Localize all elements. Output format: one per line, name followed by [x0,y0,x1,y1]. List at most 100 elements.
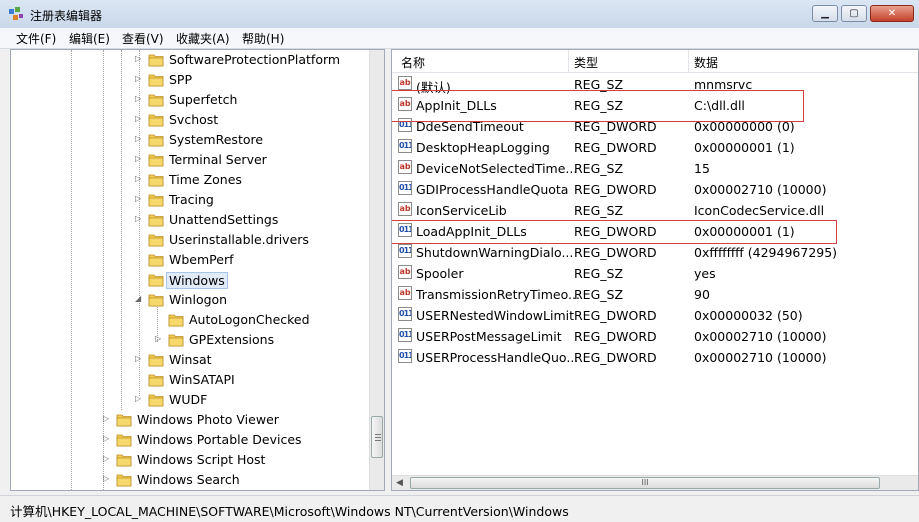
menu-view[interactable]: 查看(V) [122,30,164,47]
tree-item[interactable]: ▷ Windows Search [11,470,369,490]
string-value-icon: ab [398,265,412,279]
tree-scrollbar[interactable] [369,50,384,490]
expand-arrow-icon[interactable]: ▷ [103,474,111,484]
expand-arrow-icon[interactable]: ▷ [103,434,111,444]
expand-arrow-icon[interactable]: ▷ [155,334,163,344]
value-name: GDIProcessHandleQuota [416,182,569,197]
tree-item[interactable]: WbemPerf [11,250,369,270]
tree-item[interactable]: WinSATAPI [11,370,369,390]
window-controls: ▁ ▢ ✕ [809,5,914,25]
value-row[interactable]: ab Spooler REG_SZ yes [392,262,918,283]
title-bar: 注册表编辑器 ▁ ▢ ✕ [0,0,919,28]
menu-bar: 文件(F) 编辑(E) 查看(V) 收藏夹(A) 帮助(H) [0,28,919,49]
tree-item[interactable]: ▷ SPP [11,70,369,90]
tree-item-label: Superfetch [169,92,238,107]
tree-item[interactable]: AutoLogonChecked [11,310,369,330]
value-row[interactable]: 011 ShutdownWarningDialo... REG_DWORD 0xfff… [392,241,918,262]
tree-item[interactable]: ▷ Windows Portable Devices [11,430,369,450]
tree-item[interactable]: ▷ Tracing [11,190,369,210]
expand-arrow-icon[interactable]: ▷ [135,154,143,164]
tree-item[interactable]: Windows [11,270,369,290]
list-hscroll-thumb[interactable]: III [410,477,880,489]
value-row[interactable]: 011 GDIProcessHandleQuota REG_DWORD 0x00002… [392,178,918,199]
value-data: 0xffffffff (4294967295) [694,245,838,260]
expand-arrow-icon[interactable]: ▷ [135,174,143,184]
folder-icon [148,354,164,367]
menu-help[interactable]: 帮助(H) [242,30,284,47]
list-hscrollbar[interactable]: ◀ III [392,475,918,490]
expand-arrow-icon[interactable]: ▷ [135,74,143,84]
folder-icon [148,194,164,207]
expand-arrow-icon[interactable]: ▷ [135,94,143,104]
value-data: 0x00000001 (1) [694,140,795,155]
column-header-name[interactable]: 名称 [401,54,425,71]
menu-edit[interactable]: 编辑(E) [69,30,110,47]
tree-item[interactable]: ▷ SoftwareProtectionPlatform [11,50,369,70]
tree-item-label: Windows Script Host [137,452,266,467]
tree-item[interactable]: ▷ Terminal Server [11,150,369,170]
expand-arrow-icon[interactable]: ▷ [135,134,143,144]
folder-icon [148,274,164,287]
value-row[interactable]: ab DeviceNotSelectedTime... REG_SZ 15 [392,157,918,178]
tree-item-label: Time Zones [169,172,242,187]
value-type: REG_SZ [574,287,624,302]
value-row[interactable]: 011 USERPostMessageLimit REG_DWORD 0x000027… [392,325,918,346]
folder-icon [148,394,164,407]
folder-icon [168,314,184,327]
close-button[interactable]: ✕ [870,5,914,22]
column-header-data[interactable]: 数据 [694,54,718,71]
tree-item[interactable]: ▷ Superfetch [11,90,369,110]
scroll-left-icon[interactable]: ◀ [396,478,403,488]
tree-item[interactable]: ▷ SystemRestore [11,130,369,150]
value-name: TransmissionRetryTimeo... [416,287,580,302]
tree-item[interactable]: ◢ Winlogon [11,290,369,310]
value-type: REG_DWORD [574,245,657,260]
column-header-type[interactable]: 类型 [574,54,598,71]
expand-arrow-icon[interactable]: ▷ [103,454,111,464]
expand-arrow-icon[interactable]: ▷ [135,214,143,224]
tree-item[interactable]: ▷ Winsat [11,350,369,370]
minimize-button[interactable]: ▁ [812,5,838,22]
expand-arrow-icon[interactable]: ▷ [135,194,143,204]
expanded-arrow-icon[interactable]: ◢ [135,294,143,304]
folder-icon [148,174,164,187]
menu-file[interactable]: 文件(F) [16,30,56,47]
expand-arrow-icon[interactable]: ▷ [135,114,143,124]
string-value-icon: ab [398,286,412,300]
tree-item[interactable]: ▷ GPExtensions [11,330,369,350]
expand-arrow-icon[interactable]: ▷ [135,394,143,404]
registry-tree[interactable]: ▷ SoftwareProtectionPlatform ▷ SPP ▷ Superfet… [10,49,385,491]
tree-item[interactable]: ▷ Windows Photo Viewer [11,410,369,430]
value-row[interactable]: 011 DesktopHeapLogging REG_DWORD 0x00000001… [392,136,918,157]
tree-scroll-thumb[interactable] [371,416,383,458]
tree-item-label: GPExtensions [189,332,275,347]
value-row[interactable]: ab IconServiceLib REG_SZ IconCodecService.d… [392,199,918,220]
folder-icon [148,54,164,67]
expand-arrow-icon[interactable]: ▷ [103,414,111,424]
maximize-button[interactable]: ▢ [841,5,867,22]
value-row[interactable]: ab TransmissionRetryTimeo... REG_SZ 90 [392,283,918,304]
expand-arrow-icon[interactable]: ▷ [135,354,143,364]
tree-item-label: WUDF [169,392,208,407]
expand-arrow-icon[interactable]: ▷ [135,54,143,64]
tree-item[interactable]: ▷ UnattendSettings [11,210,369,230]
tree-item[interactable]: ▷ WUDF [11,390,369,410]
menu-favorites[interactable]: 收藏夹(A) [176,30,230,47]
tree-item-label: Userinstallable.drivers [169,232,309,247]
values-list[interactable]: 名称 类型 数据 ab (默认) REG_SZ mnmsrvc ab AppInit_DL… [391,49,919,491]
value-name: USERPostMessageLimit [416,329,562,344]
highlight-loadappinit [392,220,837,244]
value-row[interactable]: 011 USERProcessHandleQuo... REG_DWORD 0x000… [392,346,918,367]
value-data: 90 [694,287,710,302]
tree-item[interactable]: ▷ Time Zones [11,170,369,190]
tree-item-label: Windows Portable Devices [137,432,302,447]
tree-item[interactable]: ▷ Windows Script Host [11,450,369,470]
tree-item[interactable]: ▷ Svchost [11,110,369,130]
value-name: ShutdownWarningDialo... [416,245,574,260]
value-data: 0x00000032 (50) [694,308,803,323]
value-type: REG_DWORD [574,140,657,155]
tree-item[interactable]: Userinstallable.drivers [11,230,369,250]
value-row[interactable]: 011 USERNestedWindowLimit REG_DWORD 0x00000… [392,304,918,325]
tree-item-label: SoftwareProtectionPlatform [169,52,341,67]
value-name: USERProcessHandleQuo... [416,350,579,365]
